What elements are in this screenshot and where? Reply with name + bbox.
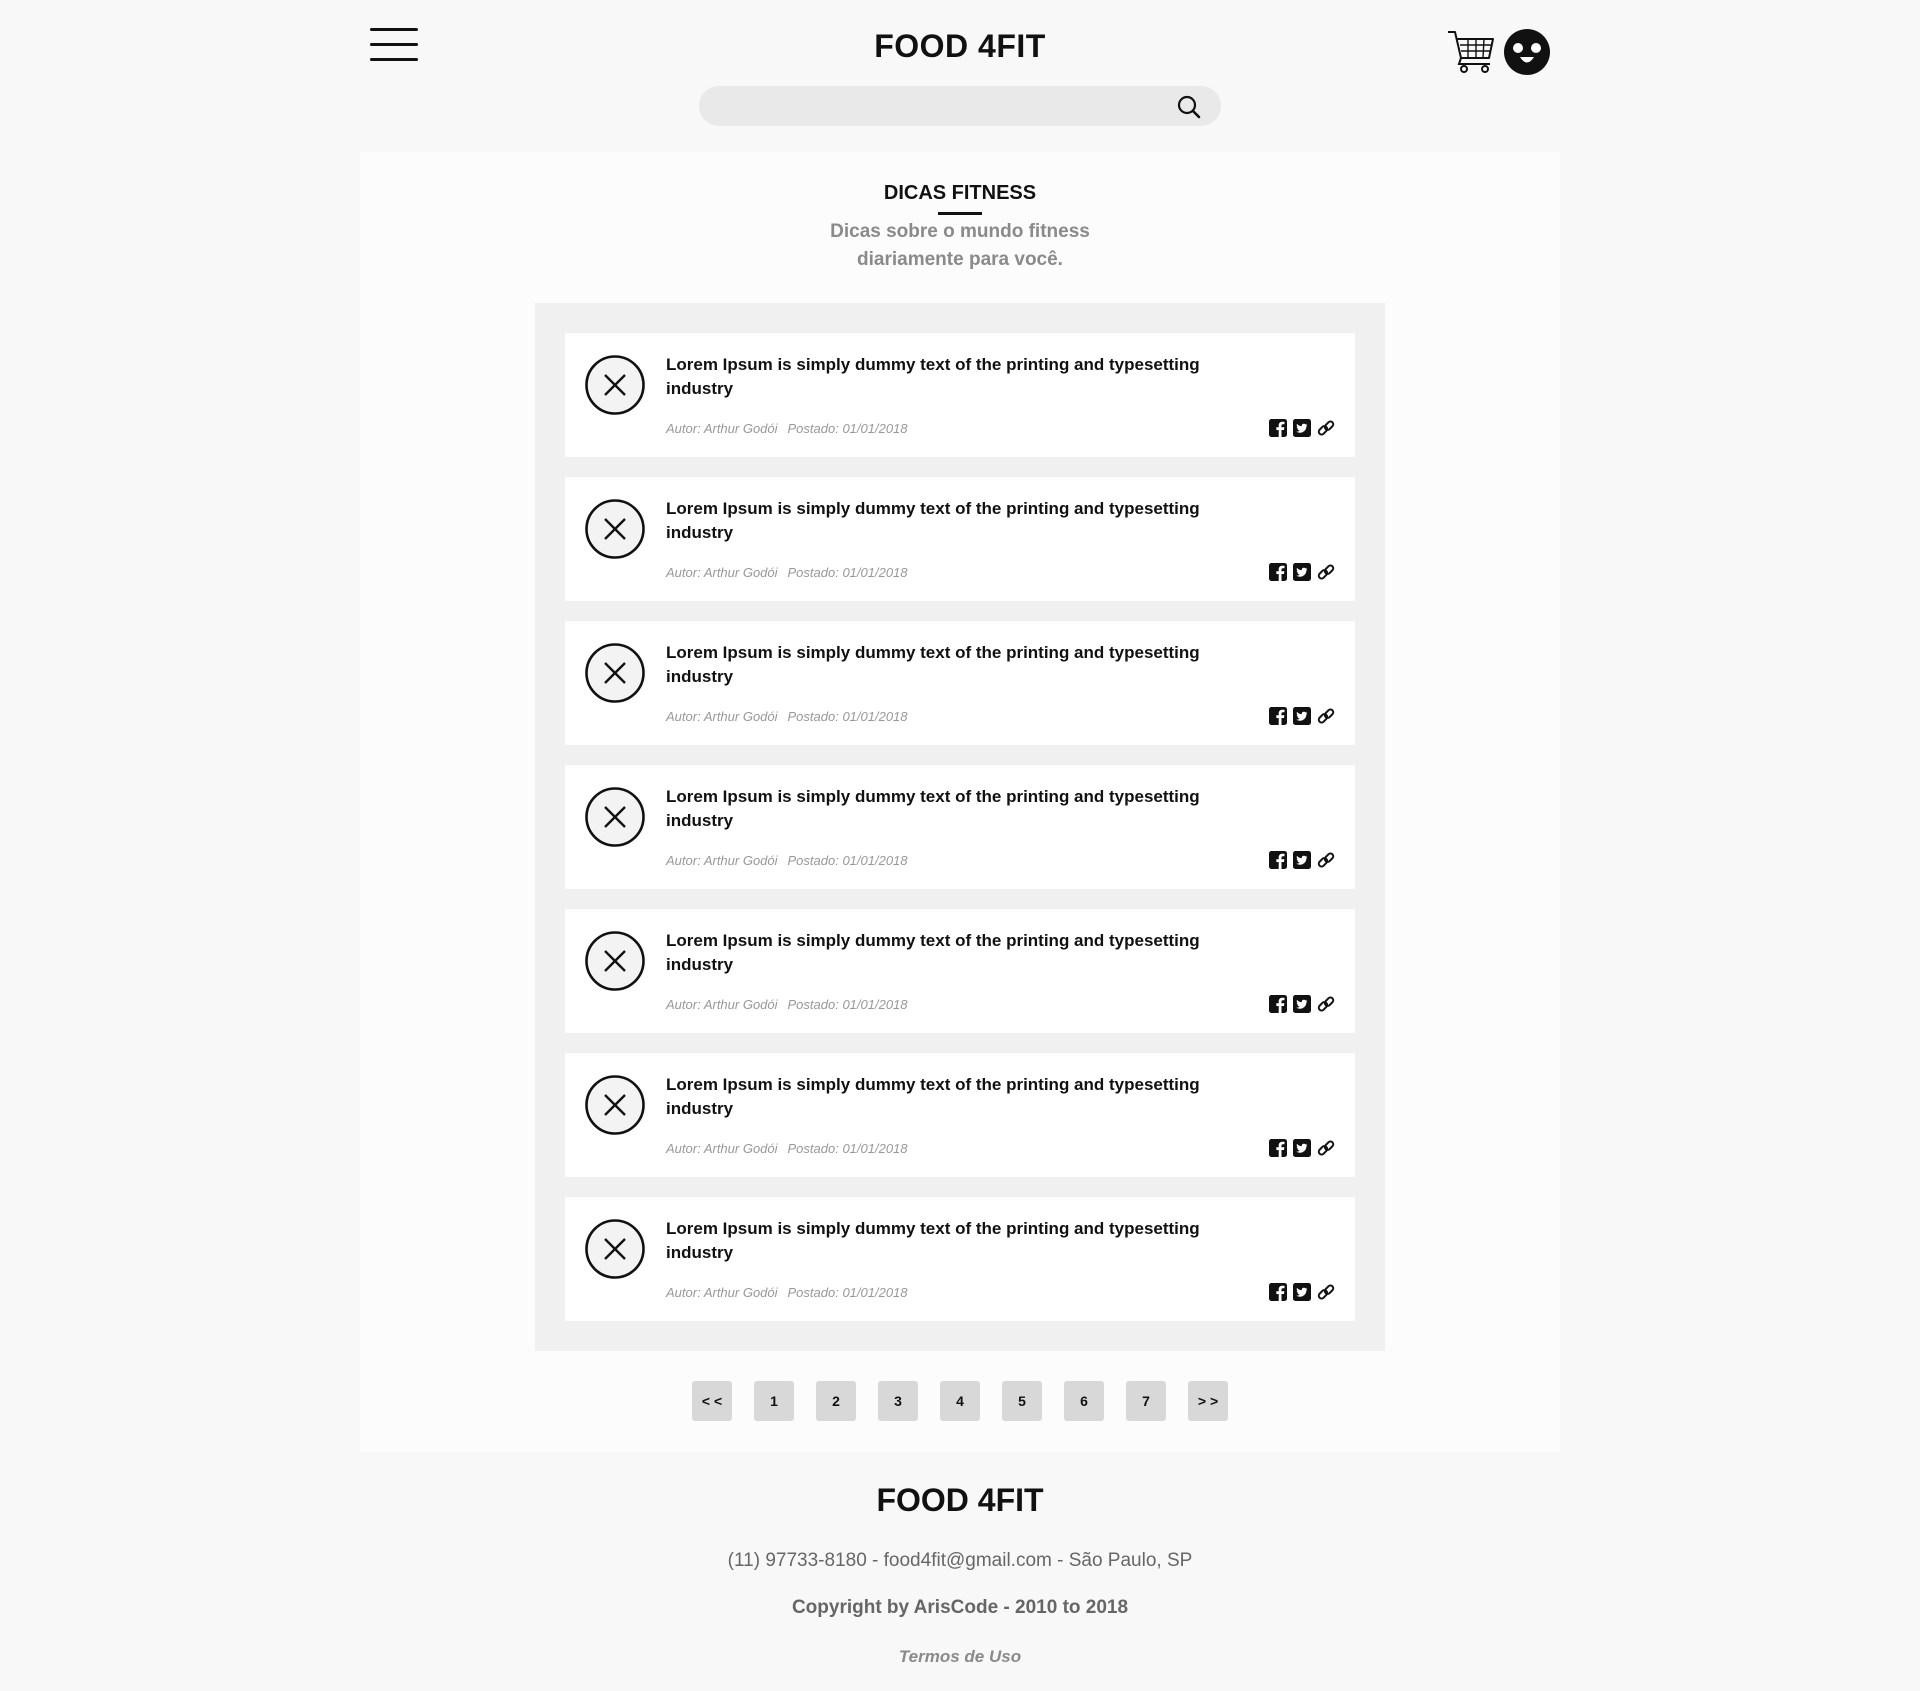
search-bar <box>699 86 1221 128</box>
facebook-icon[interactable] <box>1269 995 1287 1013</box>
link-icon[interactable] <box>1317 563 1335 581</box>
search-input[interactable] <box>717 86 1161 128</box>
facebook-icon[interactable] <box>1269 419 1287 437</box>
close-circle-icon[interactable] <box>585 1219 645 1279</box>
terms-of-use-link[interactable]: Termos de Uso <box>860 1647 1060 1667</box>
post-card[interactable]: Lorem Ipsum is simply dummy text of the … <box>565 909 1355 1033</box>
post-title[interactable]: Lorem Ipsum is simply dummy text of the … <box>666 929 1226 977</box>
close-circle-icon[interactable] <box>585 355 645 415</box>
close-circle-icon[interactable] <box>585 499 645 559</box>
pagination-next-button[interactable]: > > <box>1188 1381 1228 1421</box>
pagination-page-6[interactable]: 6 <box>1064 1381 1104 1421</box>
post-meta: Autor: Arthur Godói Postado: 01/01/2018 <box>666 853 908 868</box>
posts-list: Lorem Ipsum is simply dummy text of the … <box>535 303 1385 1351</box>
close-circle-icon[interactable] <box>585 1075 645 1135</box>
twitter-icon[interactable] <box>1293 851 1311 869</box>
twitter-icon[interactable] <box>1293 419 1311 437</box>
section-subtitle-line: diariamente para você. <box>857 249 1063 270</box>
user-avatar-icon[interactable] <box>1503 28 1551 76</box>
post-card[interactable]: Lorem Ipsum is simply dummy text of the … <box>565 621 1355 745</box>
link-icon[interactable] <box>1317 1283 1335 1301</box>
facebook-icon[interactable] <box>1269 1139 1287 1157</box>
link-icon[interactable] <box>1317 707 1335 725</box>
facebook-icon[interactable] <box>1269 1283 1287 1301</box>
post-meta: Autor: Arthur Godói Postado: 01/01/2018 <box>666 997 908 1012</box>
post-date: Postado: 01/01/2018 <box>787 1141 908 1156</box>
facebook-icon[interactable] <box>1269 707 1287 725</box>
post-author: Autor: Arthur Godói <box>666 709 778 724</box>
section-title: DICAS FITNESS <box>883 182 1037 204</box>
post-card[interactable]: Lorem Ipsum is simply dummy text of the … <box>565 333 1355 457</box>
twitter-icon[interactable] <box>1293 563 1311 581</box>
menu-line <box>370 58 418 61</box>
post-date: Postado: 01/01/2018 <box>787 853 908 868</box>
hamburger-menu-icon[interactable] <box>370 28 418 62</box>
pagination-page-5[interactable]: 5 <box>1002 1381 1042 1421</box>
post-meta: Autor: Arthur Godói Postado: 01/01/2018 <box>666 1141 908 1156</box>
post-date: Postado: 01/01/2018 <box>787 709 908 724</box>
menu-line <box>370 43 418 46</box>
section-subtitle: Dicas sobre o mundo fitness diariamente … <box>760 218 1160 274</box>
facebook-icon[interactable] <box>1269 563 1287 581</box>
post-title[interactable]: Lorem Ipsum is simply dummy text of the … <box>666 353 1226 401</box>
post-card[interactable]: Lorem Ipsum is simply dummy text of the … <box>565 765 1355 889</box>
site-header: FOOD 4FIT <box>0 0 1920 152</box>
twitter-icon[interactable] <box>1293 1139 1311 1157</box>
post-title[interactable]: Lorem Ipsum is simply dummy text of the … <box>666 497 1226 545</box>
section-title-underline <box>938 212 982 215</box>
post-card[interactable]: Lorem Ipsum is simply dummy text of the … <box>565 1197 1355 1321</box>
facebook-icon[interactable] <box>1269 851 1287 869</box>
section-subtitle-line: Dicas sobre o mundo fitness <box>830 221 1090 242</box>
post-meta: Autor: Arthur Godói Postado: 01/01/2018 <box>666 565 908 580</box>
post-author: Autor: Arthur Godói <box>666 1285 778 1300</box>
link-icon[interactable] <box>1317 995 1335 1013</box>
post-author: Autor: Arthur Godói <box>666 853 778 868</box>
twitter-icon[interactable] <box>1293 707 1311 725</box>
post-meta: Autor: Arthur Godói Postado: 01/01/2018 <box>666 709 908 724</box>
post-card[interactable]: Lorem Ipsum is simply dummy text of the … <box>565 477 1355 601</box>
post-date: Postado: 01/01/2018 <box>787 1285 908 1300</box>
pagination-page-3[interactable]: 3 <box>878 1381 918 1421</box>
post-title[interactable]: Lorem Ipsum is simply dummy text of the … <box>666 1073 1226 1121</box>
post-author: Autor: Arthur Godói <box>666 565 778 580</box>
menu-line <box>370 28 418 31</box>
post-author: Autor: Arthur Godói <box>666 1141 778 1156</box>
post-date: Postado: 01/01/2018 <box>787 997 908 1012</box>
cart-icon[interactable] <box>1446 28 1496 74</box>
pagination-page-1[interactable]: 1 <box>754 1381 794 1421</box>
link-icon[interactable] <box>1317 1139 1335 1157</box>
post-card[interactable]: Lorem Ipsum is simply dummy text of the … <box>565 1053 1355 1177</box>
post-author: Autor: Arthur Godói <box>666 997 778 1012</box>
post-meta: Autor: Arthur Godói Postado: 01/01/2018 <box>666 421 908 436</box>
close-circle-icon[interactable] <box>585 787 645 847</box>
post-meta: Autor: Arthur Godói Postado: 01/01/2018 <box>666 1285 908 1300</box>
close-circle-icon[interactable] <box>585 643 645 703</box>
close-circle-icon[interactable] <box>585 931 645 991</box>
post-title[interactable]: Lorem Ipsum is simply dummy text of the … <box>666 641 1226 689</box>
twitter-icon[interactable] <box>1293 1283 1311 1301</box>
pagination-page-2[interactable]: 2 <box>816 1381 856 1421</box>
search-icon[interactable] <box>1174 92 1204 122</box>
link-icon[interactable] <box>1317 851 1335 869</box>
twitter-icon[interactable] <box>1293 995 1311 1013</box>
footer-contact: (11) 97733-8180 - food4fit@gmail.com - S… <box>727 1550 1193 1571</box>
site-logo[interactable]: FOOD 4FIT <box>760 28 1160 65</box>
link-icon[interactable] <box>1317 419 1335 437</box>
post-author: Autor: Arthur Godói <box>666 421 778 436</box>
footer-copyright: Copyright by ArisCode - 2010 to 2018 <box>791 1597 1129 1618</box>
pagination-page-4[interactable]: 4 <box>940 1381 980 1421</box>
post-title[interactable]: Lorem Ipsum is simply dummy text of the … <box>666 1217 1226 1265</box>
pagination-page-7[interactable]: 7 <box>1126 1381 1166 1421</box>
post-date: Postado: 01/01/2018 <box>787 421 908 436</box>
post-title[interactable]: Lorem Ipsum is simply dummy text of the … <box>666 785 1226 833</box>
footer-logo: FOOD 4FIT <box>876 1482 1044 1518</box>
site-footer: FOOD 4FIT (11) 97733-8180 - food4fit@gma… <box>0 1452 1920 1691</box>
pagination-prev-button[interactable]: < < <box>692 1381 732 1421</box>
post-date: Postado: 01/01/2018 <box>787 565 908 580</box>
